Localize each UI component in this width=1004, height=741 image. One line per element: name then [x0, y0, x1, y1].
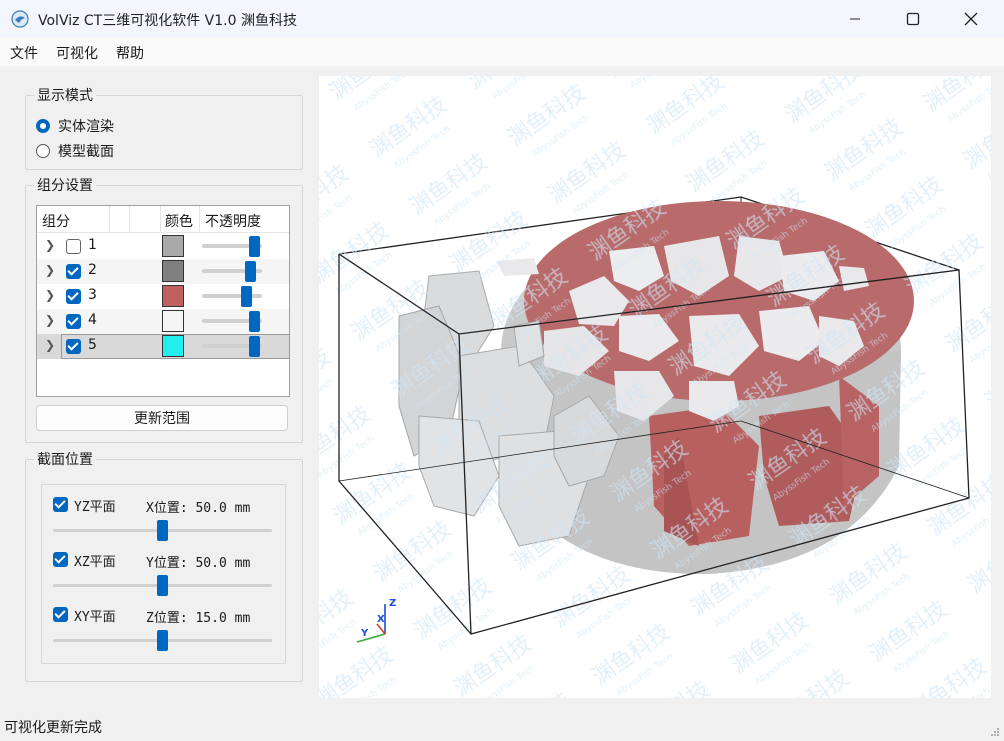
window-title: VolViz CT三维可视化软件 V1.0 渊鱼科技: [38, 13, 297, 29]
header-component[interactable]: 组分: [42, 211, 70, 231]
x-position-value: X位置: 50.0 mm: [146, 501, 251, 516]
tree-row-2[interactable]: ❯ 2: [37, 259, 289, 284]
header-color[interactable]: 颜色: [165, 211, 193, 231]
menu-visualization[interactable]: 可视化: [56, 43, 98, 63]
tree-header: 组分 颜色 不透明度: [37, 206, 289, 233]
opacity-slider-thumb[interactable]: [249, 336, 260, 357]
status-text: 可视化更新完成: [4, 720, 102, 736]
tree-row-1[interactable]: ❯ 1: [37, 234, 289, 259]
x-position-slider-thumb[interactable]: [157, 520, 168, 541]
close-icon: [964, 12, 978, 26]
component-id: 2: [88, 262, 97, 278]
component-checkbox[interactable]: [66, 264, 81, 279]
menu-help[interactable]: 帮助: [116, 43, 144, 63]
minimize-button[interactable]: [826, 0, 884, 38]
display-mode-title: 显示模式: [34, 85, 96, 105]
tree-row-4[interactable]: ❯ 4: [37, 309, 289, 334]
status-bar: 可视化更新完成: [0, 713, 1004, 741]
z-position-value: Z位置: 15.0 mm: [146, 611, 251, 626]
render-viewport[interactable]: 渊鱼科技 AbyssFish Tech: [319, 76, 991, 698]
y-position-slider-thumb[interactable]: [157, 575, 168, 596]
radio-solid-render[interactable]: 实体渲染: [36, 116, 114, 136]
section-position-title: 截面位置: [34, 449, 96, 469]
component-settings-title: 组分设置: [34, 175, 96, 195]
color-swatch[interactable]: [162, 235, 184, 257]
expand-chevron-icon[interactable]: ❯: [45, 238, 55, 252]
opacity-slider-thumb[interactable]: [241, 286, 252, 307]
component-checkbox[interactable]: [66, 339, 81, 354]
component-id: 1: [88, 237, 97, 253]
xy-plane-label: XY平面: [74, 610, 116, 625]
axis-x-label: X: [377, 614, 385, 625]
opacity-slider-thumb[interactable]: [245, 261, 256, 282]
expand-chevron-icon[interactable]: ❯: [45, 263, 55, 277]
radio-indicator[interactable]: [36, 119, 50, 133]
color-swatch[interactable]: [162, 335, 184, 357]
axis-z-label: Z: [389, 598, 396, 609]
color-swatch[interactable]: [162, 260, 184, 282]
radio-model-section-label: 模型截面: [58, 144, 114, 160]
component-tree[interactable]: 组分 颜色 不透明度 ❯ 1 ❯ 2 ❯ 3 ❯ 4 ❯ 5: [36, 205, 290, 397]
component-checkbox[interactable]: [66, 289, 81, 304]
axis-y-label: Y: [360, 628, 369, 639]
opacity-slider-thumb[interactable]: [249, 236, 260, 257]
menu-file[interactable]: 文件: [10, 43, 38, 63]
tree-row-5[interactable]: ❯ 5: [37, 334, 290, 359]
expand-chevron-icon[interactable]: ❯: [45, 313, 55, 327]
maximize-icon: [906, 12, 920, 26]
app-logo-icon: [11, 10, 29, 28]
update-range-button[interactable]: 更新范围: [36, 405, 288, 431]
xz-plane-checkbox[interactable]: [53, 552, 68, 567]
color-swatch[interactable]: [162, 310, 184, 332]
yz-plane-checkbox[interactable]: [53, 497, 68, 512]
menu-bar: 文件 可视化 帮助: [0, 38, 1004, 66]
y-position-value: Y位置: 50.0 mm: [146, 556, 251, 571]
radio-indicator[interactable]: [36, 144, 50, 158]
radio-solid-render-label: 实体渲染: [58, 119, 114, 135]
tree-row-3[interactable]: ❯ 3: [37, 284, 289, 309]
opacity-slider-thumb[interactable]: [249, 311, 260, 332]
component-checkbox[interactable]: [66, 239, 81, 254]
minimize-icon: [850, 18, 860, 20]
yz-plane-label: YZ平面: [74, 500, 116, 515]
expand-chevron-icon[interactable]: ❯: [45, 338, 55, 352]
component-checkbox[interactable]: [66, 314, 81, 329]
component-id: 5: [88, 337, 97, 353]
close-button[interactable]: [942, 0, 1000, 38]
maximize-button[interactable]: [884, 0, 942, 38]
expand-chevron-icon[interactable]: ❯: [45, 288, 55, 302]
opacity-slider-track[interactable]: [202, 294, 262, 298]
z-position-slider-thumb[interactable]: [157, 630, 168, 651]
title-bar: VolViz CT三维可视化软件 V1.0 渊鱼科技: [0, 0, 1004, 38]
radio-model-section[interactable]: 模型截面: [36, 141, 114, 161]
xz-plane-label: XZ平面: [74, 555, 116, 570]
header-opacity[interactable]: 不透明度: [205, 211, 261, 231]
resize-grip-icon[interactable]: [990, 727, 1000, 737]
component-id: 3: [88, 287, 97, 303]
component-id: 4: [88, 312, 97, 328]
ct-volume-render[interactable]: 渊鱼科技 AbyssFish Tech: [319, 76, 991, 698]
display-mode-group: 显示模式 实体渲染 模型截面: [25, 85, 303, 170]
xy-plane-checkbox[interactable]: [53, 607, 68, 622]
color-swatch[interactable]: [162, 285, 184, 307]
